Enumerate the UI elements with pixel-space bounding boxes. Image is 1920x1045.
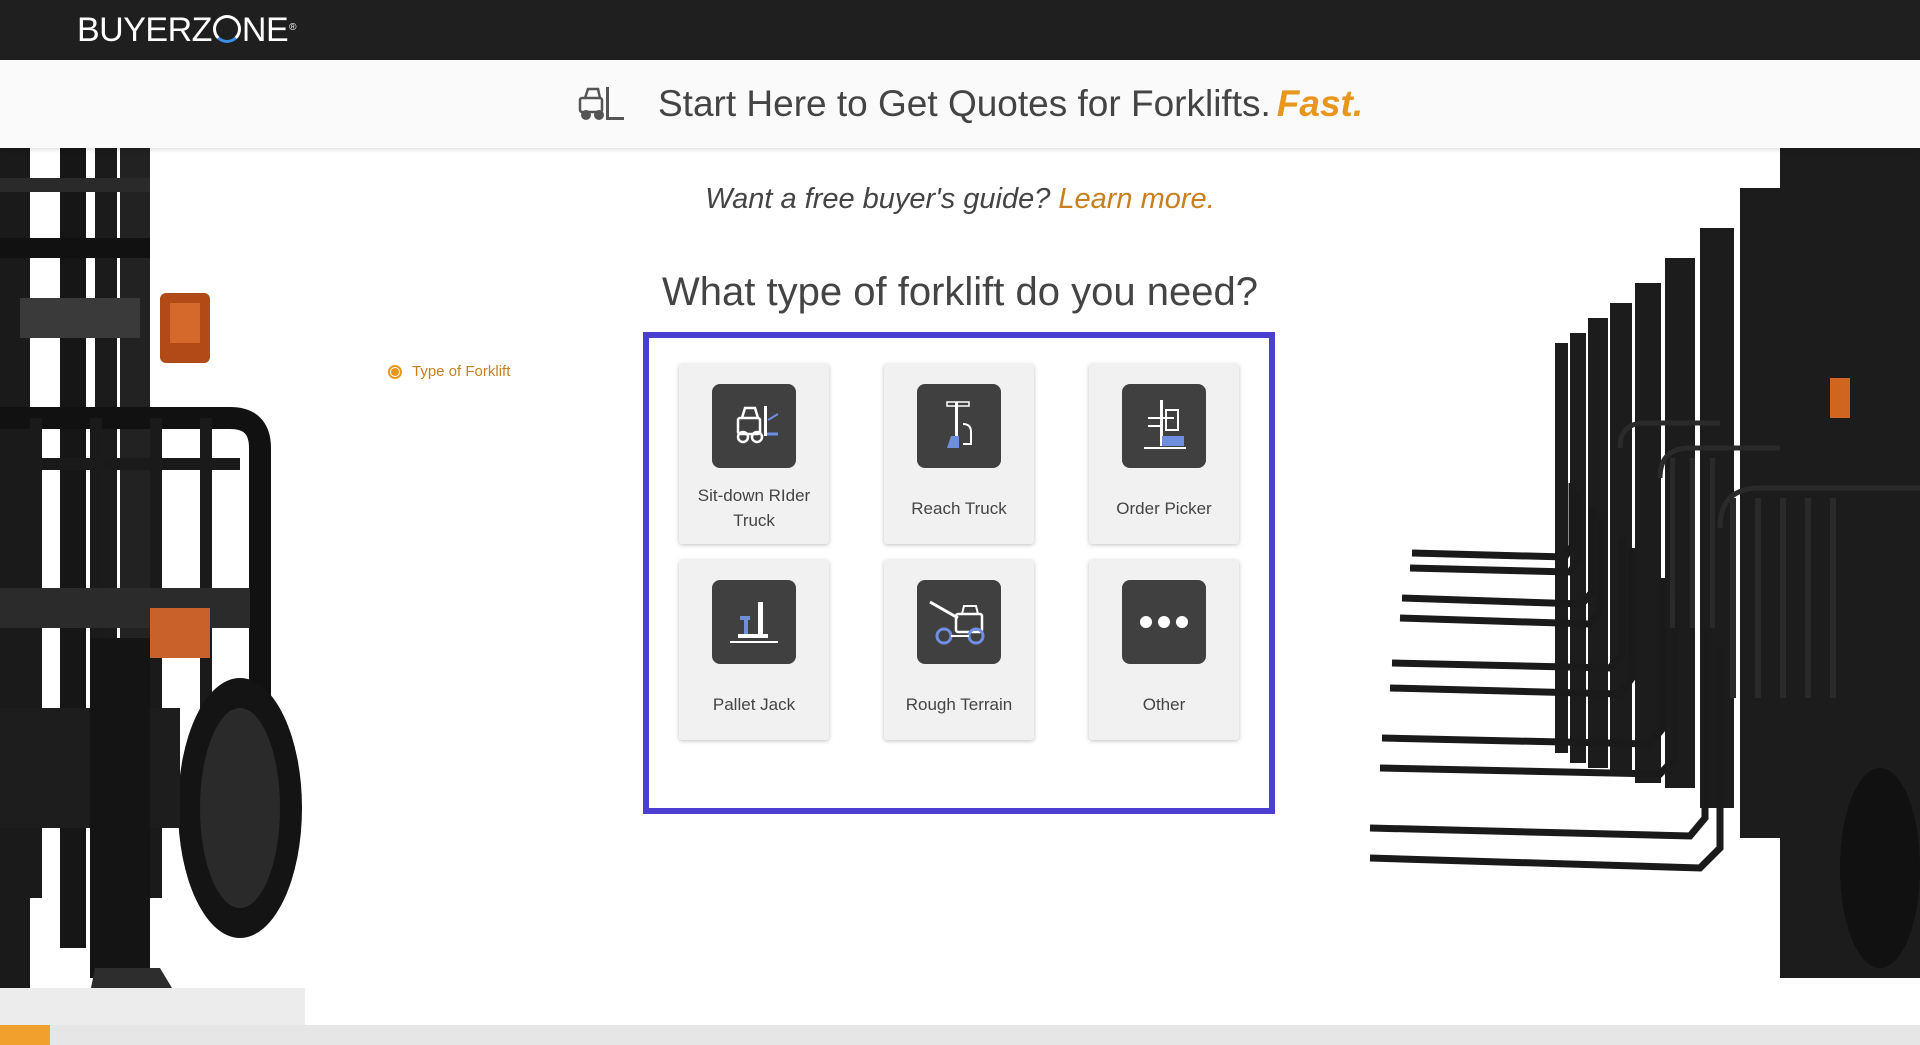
option-label: Rough Terrain — [905, 694, 1013, 714]
option-label: Reach Truck — [911, 498, 1007, 518]
step-label: Type of Forklift — [412, 363, 511, 380]
top-navigation-bar: BUYERZ NE® — [0, 0, 1920, 60]
order-picker-icon — [1122, 384, 1206, 468]
learn-more-link[interactable]: Learn more. — [1058, 183, 1214, 215]
option-pallet-jack[interactable]: Pallet Jack — [679, 560, 829, 740]
buyers-guide-prompt: Want a free buyer's guide? Learn more. — [0, 183, 1920, 216]
reach-truck-icon — [917, 384, 1001, 468]
option-sit-down-rider-truck[interactable]: Sit-down RIder Truck — [679, 364, 829, 544]
progress-bar-fill — [0, 1025, 50, 1045]
headline-text: Start Here to Get Quotes for Forklifts. — [658, 83, 1271, 124]
sit-down-forklift-icon — [712, 384, 796, 468]
option-reach-truck[interactable]: Reach Truck — [884, 364, 1034, 544]
progress-bar — [0, 1025, 1920, 1045]
option-label: Order Picker — [1116, 498, 1212, 518]
forklift-icon — [578, 87, 624, 120]
option-label: Pallet Jack — [712, 694, 796, 714]
option-label: Sit-down RIder Truck — [697, 486, 811, 530]
step-indicator-icon — [388, 364, 402, 379]
progress-step: Type of Forklift — [388, 363, 510, 380]
guide-prompt-text: Want a free buyer's guide? — [705, 183, 1051, 215]
buyerzone-logo[interactable]: BUYERZ NE® — [77, 12, 297, 48]
forklift-options-frame: Sit-down RIder Truck Reach Truck Order P… — [643, 332, 1275, 814]
option-order-picker[interactable]: Order Picker — [1089, 364, 1239, 544]
more-icon — [1122, 580, 1206, 664]
page-headline: Start Here to Get Quotes for Forklifts. … — [576, 80, 1363, 128]
rough-terrain-icon — [917, 580, 1001, 664]
headline-accent: Fast. — [1276, 83, 1364, 124]
option-other[interactable]: Other — [1089, 560, 1239, 740]
pallet-jack-icon — [712, 580, 796, 664]
question-title: What type of forklift do you need? — [662, 270, 1258, 314]
headline-band: Start Here to Get Quotes for Forklifts. … — [0, 60, 1920, 148]
logo-o-mark — [212, 15, 241, 43]
option-label: Other — [1142, 694, 1186, 714]
option-rough-terrain[interactable]: Rough Terrain — [884, 560, 1034, 740]
